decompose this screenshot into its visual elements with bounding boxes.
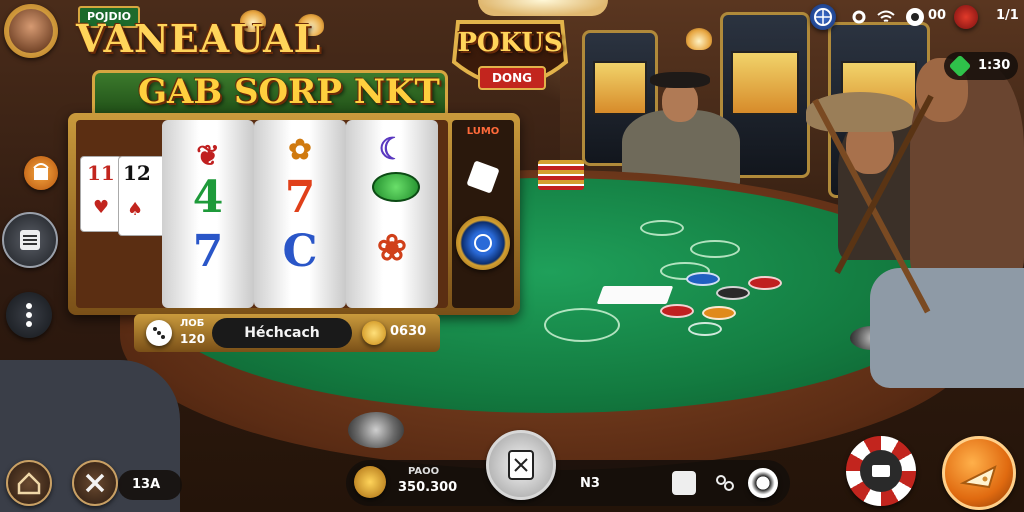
dealer-head (662, 82, 698, 122)
chip-symbol (372, 172, 420, 202)
reel-symbol: 4 (192, 172, 224, 223)
balance-value: 350.300 (398, 480, 458, 495)
reel-3: ☾ ❀ (346, 120, 438, 308)
reel-2: ✿ 7 C (254, 120, 346, 308)
logo-title-line2: GAB SORP NKT (138, 72, 440, 112)
chip-stack (716, 286, 750, 300)
menu-icon (20, 230, 40, 250)
status-bar: 00 1/1 (806, 2, 1024, 32)
cheese-bonus-button[interactable] (942, 436, 1016, 510)
chip-stack (686, 272, 720, 286)
win-value: 0630 (390, 324, 427, 339)
soccer-ball-icon[interactable] (748, 468, 778, 498)
settings-icon[interactable] (850, 8, 868, 26)
globe-icon[interactable] (810, 4, 836, 30)
game-logo: POJDIO VANEAUAL GAB SORP NKT (74, 2, 448, 120)
bet-label: ЛОБ (180, 318, 205, 329)
bet-value: 120 (180, 332, 206, 346)
bonus-button[interactable] (24, 156, 58, 190)
felt-marking (640, 220, 684, 236)
deal-button[interactable] (486, 430, 556, 500)
chip-center-icon (860, 450, 902, 492)
reel-symbol: ☾ (378, 132, 406, 167)
coin-icon (362, 321, 386, 345)
home-icon (17, 472, 41, 495)
balance-label: PAOO (408, 466, 440, 477)
avatar-face (9, 9, 53, 53)
cards-icon (508, 450, 534, 480)
side-panel-label: LUMO (466, 126, 500, 137)
playing-cards-on-table (596, 286, 674, 304)
reel-1: ❦ 4 7 (162, 120, 254, 308)
dice-icon[interactable] (672, 471, 696, 495)
gem-counter[interactable]: 1:30 (944, 52, 1018, 80)
more-options-button[interactable] (6, 292, 52, 338)
felt-marking (690, 240, 740, 258)
notification-icon[interactable] (906, 8, 924, 26)
poker-chip-button[interactable] (846, 436, 916, 506)
gift-icon[interactable] (954, 5, 978, 29)
counter-pill: 13A (118, 470, 182, 500)
bottom-toolbar: PAOO 350.300 N3 (346, 460, 790, 506)
page-indicator: 1/1 (996, 8, 1019, 23)
cup-holder (348, 412, 404, 448)
logo-title-line1: VANEAUAL (76, 16, 322, 61)
close-icon (85, 473, 105, 493)
dice-bet-icon[interactable] (146, 320, 172, 346)
trophy-icon[interactable] (354, 466, 386, 498)
toolbar-center-label: N3 (580, 476, 600, 491)
dice-icon (466, 160, 500, 194)
bet-action-button[interactable]: Héchcach (212, 318, 352, 348)
gem-value: 1:30 (978, 58, 1011, 73)
ceiling-lamp (478, 0, 608, 16)
close-button[interactable] (72, 460, 118, 506)
slot-reels: 11 ♥ 12 ♠ ❦ 4 7 ✿ 7 C ☾ ❀ (76, 120, 448, 308)
player-arm (870, 268, 1024, 388)
felt-marking (544, 308, 620, 342)
home-button[interactable] (6, 460, 52, 506)
dealer-hat (650, 72, 710, 88)
counter-label: 13A (132, 477, 161, 492)
spin-button[interactable] (456, 216, 510, 270)
slot-side-panel: LUMO (452, 120, 514, 308)
reel-symbol: C (282, 226, 318, 277)
wifi-icon (876, 8, 896, 26)
menu-button[interactable] (2, 212, 58, 268)
wall-lamp (686, 28, 712, 50)
chip-stack (748, 276, 782, 290)
chip-stack (702, 306, 736, 320)
cheese-icon (959, 465, 997, 489)
chip-tower (538, 160, 584, 190)
more-vertical-icon (26, 303, 32, 327)
chip-stack (688, 322, 722, 336)
badge-title: POKUS (457, 28, 563, 58)
chip-stack (660, 304, 694, 318)
player-avatar[interactable] (4, 4, 58, 58)
link-icon[interactable] (714, 472, 736, 494)
badge-subtitle: DONG (478, 66, 546, 90)
notification-count: 00 (928, 8, 947, 23)
playing-card: 11 ♥ (80, 156, 122, 232)
reel-symbol: 7 (284, 172, 316, 223)
reel-symbol: 7 (192, 226, 224, 277)
playing-card: 12 ♠ (118, 156, 168, 236)
gem-icon (948, 54, 972, 78)
reel-symbol: ❀ (376, 227, 408, 269)
center-badge: POKUS DONG (448, 16, 572, 102)
